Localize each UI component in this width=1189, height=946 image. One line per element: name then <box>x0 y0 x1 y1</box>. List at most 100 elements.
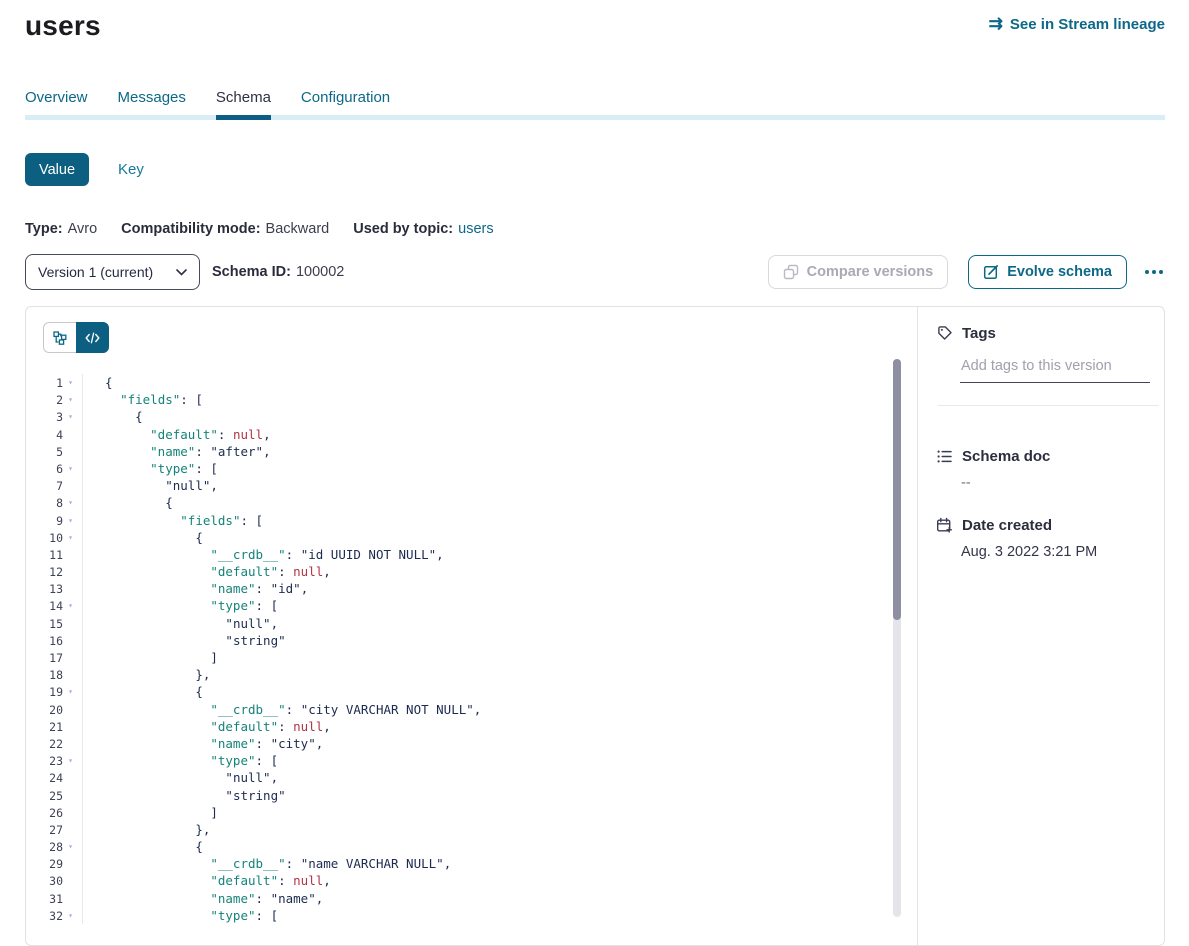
tab-messages[interactable]: Messages <box>118 88 186 108</box>
fold-toggle-icon[interactable]: ▾ <box>63 838 78 855</box>
tags-input[interactable] <box>960 358 1150 383</box>
code-line: 8▾ { <box>26 494 917 511</box>
code-scrollbar-thumb[interactable] <box>893 359 901 620</box>
page-header: users ⇉ See in Stream lineage <box>25 8 1165 44</box>
sidebar-divider <box>938 405 1159 406</box>
code-line: 14▾ "type": [ <box>26 597 917 614</box>
code-line: 6▾ "type": [ <box>26 460 917 477</box>
tab-overview[interactable]: Overview <box>25 88 88 108</box>
lineage-link-label: See in Stream lineage <box>1010 16 1165 33</box>
code-line: 3▾ { <box>26 408 917 425</box>
code-scrollbar[interactable] <box>893 359 901 917</box>
compare-versions-button[interactable]: Compare versions <box>768 255 949 289</box>
code-line: 16 "string" <box>26 632 917 649</box>
fold-toggle-icon[interactable]: ▾ <box>63 907 78 924</box>
evolve-schema-label: Evolve schema <box>1007 264 1112 280</box>
line-number: 30 <box>26 873 63 890</box>
compare-versions-label: Compare versions <box>807 264 934 280</box>
fold-toggle-icon[interactable]: ▾ <box>63 374 78 391</box>
schema-id-label: Schema ID: <box>212 264 291 280</box>
see-in-stream-lineage-link[interactable]: ⇉ See in Stream lineage <box>989 16 1165 33</box>
fold-toggle-icon[interactable]: ▾ <box>63 752 78 769</box>
line-number: 8 <box>26 495 63 512</box>
tab-configuration[interactable]: Configuration <box>301 88 390 108</box>
fold-toggle-icon[interactable]: ▾ <box>63 460 78 477</box>
fold-toggle-icon[interactable]: ▾ <box>63 529 78 546</box>
line-number: 22 <box>26 736 63 753</box>
code-text: "null", <box>105 769 278 786</box>
schema-sidebar: Tags Schema doc -- <box>918 307 1164 945</box>
date-created-section: Date created Aug. 3 2022 3:21 PM <box>936 517 1164 560</box>
line-number: 20 <box>26 702 63 719</box>
code-line: 22 "name": "city", <box>26 735 917 752</box>
fold-toggle-icon[interactable]: ▾ <box>63 683 78 700</box>
code-line: 31 "name": "name", <box>26 890 917 907</box>
schema-doc-value: -- <box>961 475 1164 491</box>
evolve-schema-button[interactable]: Evolve schema <box>968 255 1127 289</box>
fold-toggle-icon[interactable]: ▾ <box>63 512 78 529</box>
key-toggle-link[interactable]: Key <box>118 161 144 178</box>
code-view-button[interactable] <box>76 322 109 353</box>
line-number: 28 <box>26 839 63 856</box>
code-line: 13 "name": "id", <box>26 580 917 597</box>
type-value: Avro <box>68 221 98 237</box>
code-line: 2▾ "fields": [ <box>26 391 917 408</box>
code-line: 19▾ { <box>26 683 917 700</box>
code-text: "fields": [ <box>105 512 263 529</box>
code-text: "null", <box>105 615 278 632</box>
version-bar: Version 1 (current) Schema ID: 100002 Co… <box>25 254 1165 290</box>
line-number: 26 <box>26 805 63 822</box>
line-number: 23 <box>26 753 63 770</box>
fold-toggle-icon[interactable]: ▾ <box>63 494 78 511</box>
line-number: 3 <box>26 409 63 426</box>
code-line: 12 "default": null, <box>26 563 917 580</box>
code-line: 5 "name": "after", <box>26 443 917 460</box>
code-line: 25 "string" <box>26 787 917 804</box>
code-line: 21 "default": null, <box>26 718 917 735</box>
calendar-plus-icon <box>936 517 953 534</box>
used-by-topic-label: Used by topic: <box>353 221 453 237</box>
line-number: 21 <box>26 719 63 736</box>
code-lines: 1▾{2▾ "fields": [3▾ {4 "default": null,5… <box>26 374 917 924</box>
fold-toggle-icon[interactable]: ▾ <box>63 408 78 425</box>
code-text: "string" <box>105 632 286 649</box>
tab-schema[interactable]: Schema <box>216 88 271 108</box>
line-number: 12 <box>26 564 63 581</box>
code-line: 29 "__crdb__": "name VARCHAR NULL", <box>26 855 917 872</box>
fold-toggle-icon[interactable]: ▾ <box>63 597 78 614</box>
code-text: "default": null, <box>105 718 331 735</box>
code-text: ] <box>105 804 218 821</box>
code-text: }, <box>105 666 210 683</box>
code-line: 23▾ "type": [ <box>26 752 917 769</box>
line-number: 15 <box>26 616 63 633</box>
tabs: Overview Messages Schema Configuration <box>25 88 1165 120</box>
schema-doc-icon <box>936 448 953 465</box>
tree-view-button[interactable] <box>43 322 76 353</box>
code-text: "type": [ <box>105 907 278 924</box>
schema-code-panel: 1▾{2▾ "fields": [3▾ {4 "default": null,5… <box>26 307 918 945</box>
code-text: "name": "after", <box>105 443 271 460</box>
view-mode-toggle <box>43 322 917 353</box>
value-toggle-button[interactable]: Value <box>25 153 89 186</box>
edit-schema-icon <box>983 264 999 280</box>
schema-doc-title: Schema doc <box>962 448 1050 465</box>
tab-track <box>25 115 1165 120</box>
code-line: 9▾ "fields": [ <box>26 512 917 529</box>
version-select[interactable]: Version 1 (current) <box>25 254 200 290</box>
code-line: 15 "null", <box>26 615 917 632</box>
line-number: 17 <box>26 650 63 667</box>
topic-link[interactable]: users <box>458 221 493 237</box>
code-text: "default": null, <box>105 426 271 443</box>
code-text: { <box>105 683 203 700</box>
tree-view-icon <box>53 331 67 345</box>
line-number: 5 <box>26 444 63 461</box>
fold-toggle-icon[interactable]: ▾ <box>63 391 78 408</box>
code-text: }, <box>105 821 210 838</box>
code-text: { <box>105 374 113 391</box>
schema-id-value: 100002 <box>296 264 344 280</box>
more-options-button[interactable] <box>1143 264 1165 280</box>
code-line: 30 "default": null, <box>26 872 917 889</box>
chevron-down-icon <box>176 269 187 276</box>
code-view-icon <box>85 332 100 344</box>
code-line: 27 }, <box>26 821 917 838</box>
